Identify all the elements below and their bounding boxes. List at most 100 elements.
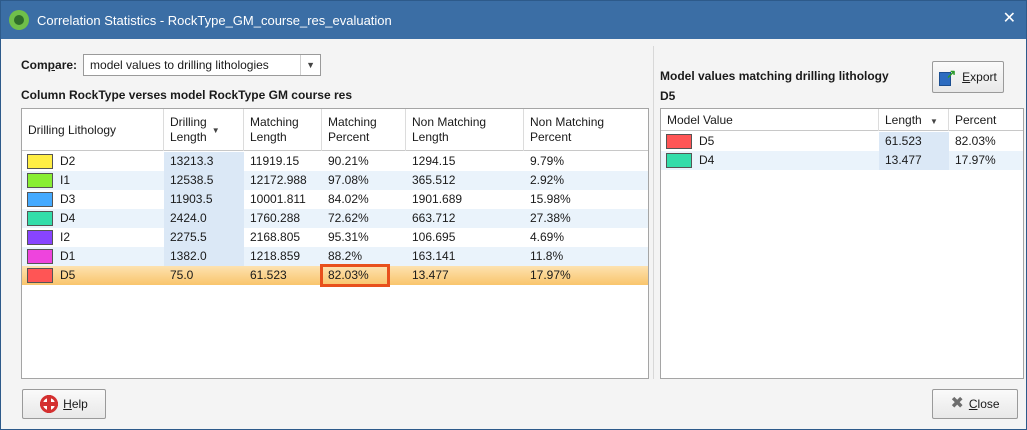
column-header-drilling-lithology[interactable]: Drilling Lithology: [22, 109, 164, 151]
color-swatch[interactable]: [27, 249, 53, 264]
matching-length-cell: 61.523: [250, 268, 287, 282]
non-matching-length-cell: 163.141: [412, 249, 456, 263]
help-button-label: Help: [63, 397, 88, 411]
color-swatch[interactable]: [27, 211, 53, 226]
non-matching-percent-cell: 2.92%: [530, 173, 565, 187]
color-swatch[interactable]: [27, 154, 53, 169]
matching-length-cell: 2168.805: [250, 230, 301, 244]
lithology-name-cell: D4: [60, 211, 76, 225]
drilling-length-cell: 11903.5: [164, 190, 244, 209]
model-value-table: Model Value Length ▼ Percent D5 61.523 82.…: [660, 108, 1024, 379]
left-panel: Compare: model values to drilling lithol…: [11, 46, 649, 379]
matching-panel-heading: Model values matching drilling lithology: [660, 69, 889, 83]
length-cell: 61.523: [879, 132, 949, 151]
lithology-name-cell: D3: [60, 192, 76, 206]
color-swatch[interactable]: [27, 173, 53, 188]
app-logo-icon: [9, 10, 29, 30]
non-matching-percent-cell: 17.97%: [530, 268, 571, 282]
table-row[interactable]: I2 2275.5 2168.805 95.31% 106.695 4.69%: [22, 228, 648, 247]
matching-length-cell: 1760.288: [250, 211, 301, 225]
column-header-percent[interactable]: Percent: [949, 109, 1023, 131]
compare-select-value: model values to drilling lithologies: [90, 58, 269, 72]
section-title: Column RockType verses model RockType GM…: [21, 88, 352, 102]
color-swatch[interactable]: [27, 268, 53, 283]
export-button-label: Export: [962, 70, 997, 84]
compare-select[interactable]: model values to drilling lithologies ▼: [83, 54, 322, 76]
column-header-matching-percent[interactable]: Matching Percent: [322, 109, 406, 151]
lifebuoy-icon: [40, 395, 59, 413]
color-swatch: [666, 153, 692, 168]
chevron-down-icon[interactable]: ▼: [300, 55, 320, 75]
matching-panel-title: Model values matching drilling lithology…: [660, 66, 889, 106]
close-button[interactable]: ✖ Close: [932, 389, 1018, 419]
non-matching-percent-cell: 27.38%: [530, 211, 571, 225]
non-matching-percent-cell: 9.79%: [530, 154, 565, 168]
model-value-cell: D4: [699, 153, 715, 167]
matching-percent-cell: 97.08%: [328, 173, 369, 187]
help-button[interactable]: Help: [22, 389, 106, 419]
length-cell: 13.477: [879, 151, 949, 170]
non-matching-length-cell: 365.512: [412, 173, 456, 187]
title-bar: Correlation Statistics - RockType_GM_cou…: [1, 1, 1026, 39]
lithology-name-cell: D5: [60, 268, 76, 282]
lithology-name-cell: D1: [60, 249, 76, 263]
matching-percent-cell: 84.02%: [328, 192, 369, 206]
color-swatch[interactable]: [27, 230, 53, 245]
column-header-model-value[interactable]: Model Value: [661, 109, 879, 131]
compare-row: Compare: model values to drilling lithol…: [21, 54, 322, 76]
column-header-non-matching-length[interactable]: Non Matching Length: [406, 109, 524, 151]
right-panel: Model values matching drilling lithology…: [653, 46, 1024, 379]
percent-cell: 82.03%: [955, 134, 996, 148]
non-matching-length-cell: 663.712: [412, 211, 456, 225]
close-button-label: Close: [968, 397, 1000, 411]
column-header-matching-length[interactable]: Matching Length: [244, 109, 322, 151]
model-table-header: Model Value Length ▼ Percent: [661, 109, 1023, 131]
sort-desc-icon: ▼: [930, 117, 938, 126]
export-button[interactable]: ↗ Export: [932, 61, 1004, 93]
column-header-drilling-length[interactable]: Drilling Length ▼: [164, 109, 244, 151]
column-header-non-matching-percent[interactable]: Non Matching Percent: [524, 109, 648, 151]
lithology-name-cell: D2: [60, 154, 76, 168]
table-row[interactable]: D5 61.523 82.03%: [661, 132, 1023, 151]
table-row[interactable]: I1 12538.5 12172.988 97.08% 365.512 2.92%: [22, 171, 648, 190]
table-row[interactable]: D3 11903.5 10001.811 84.02% 1901.689 15.98%: [22, 190, 648, 209]
compare-label: Compare:: [21, 58, 78, 72]
model-value-cell: D5: [699, 134, 715, 148]
drilling-length-cell: 12538.5: [164, 171, 244, 190]
drilling-length-cell: 75.0: [170, 268, 194, 282]
non-matching-percent-cell: 11.8%: [530, 249, 564, 263]
table-row[interactable]: D4 13.477 17.97%: [661, 151, 1023, 170]
column-header-length[interactable]: Length ▼: [879, 109, 949, 131]
table-header: Drilling Lithology Drilling Length ▼ Matc…: [22, 109, 648, 151]
drilling-length-cell: 2424.0: [164, 209, 244, 228]
non-matching-length-cell: 1901.689: [412, 192, 463, 206]
table-row[interactable]: D2 13213.3 11919.15 90.21% 1294.15 9.79%: [22, 152, 648, 171]
selected-lithology-label: D5: [660, 89, 676, 103]
color-swatch[interactable]: [27, 192, 53, 207]
matching-percent-cell: 72.62%: [328, 211, 369, 225]
correlation-statistics-dialog: Correlation Statistics - RockType_GM_cou…: [0, 0, 1027, 430]
matching-length-cell: 12172.988: [250, 173, 307, 187]
window-close-icon[interactable]: ✕: [1003, 10, 1016, 28]
matching-percent-cell: 95.31%: [328, 230, 369, 244]
percent-cell: 17.97%: [955, 153, 996, 167]
sort-desc-icon: ▼: [211, 125, 220, 135]
close-icon: ✖: [950, 395, 964, 412]
non-matching-length-cell: 1294.15: [412, 154, 456, 168]
export-icon: ↗: [939, 67, 957, 86]
highlight-box: [320, 264, 390, 287]
non-matching-length-cell: 13.477: [412, 268, 449, 282]
drilling-length-cell: 1382.0: [164, 247, 244, 266]
non-matching-length-cell: 106.695: [412, 230, 456, 244]
lithology-table: Drilling Lithology Drilling Length ▼ Matc…: [21, 108, 649, 379]
lithology-name-cell: I1: [60, 173, 71, 187]
non-matching-percent-cell: 4.69%: [530, 230, 565, 244]
matching-length-cell: 11919.15: [250, 154, 300, 168]
non-matching-percent-cell: 15.98%: [530, 192, 571, 206]
color-swatch: [666, 134, 692, 149]
table-row[interactable]: D4 2424.0 1760.288 72.62% 663.712 27.38%: [22, 209, 648, 228]
matching-percent-cell: 90.21%: [328, 154, 369, 168]
matching-length-cell: 10001.811: [250, 192, 306, 206]
matching-length-cell: 1218.859: [250, 249, 301, 263]
window-title: Correlation Statistics - RockType_GM_cou…: [37, 12, 392, 28]
